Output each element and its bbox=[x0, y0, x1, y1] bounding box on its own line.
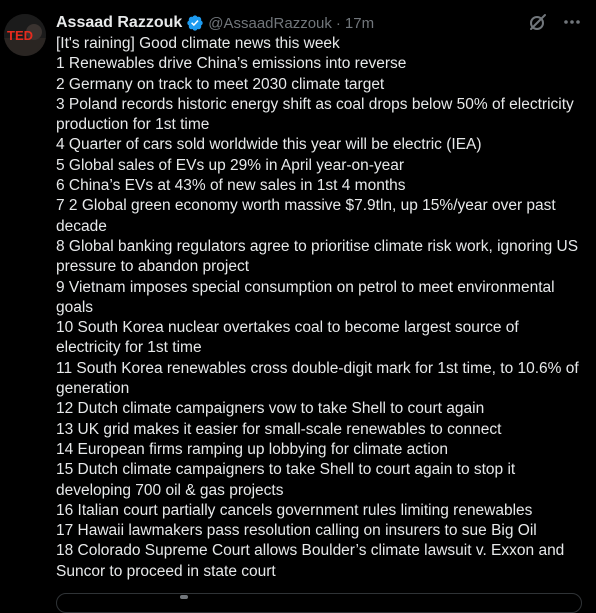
tweet-line-2: 2 Germany on track to meet 2030 climate … bbox=[56, 75, 385, 93]
tweet-line-intro: [It's raining] Good climate news this we… bbox=[56, 35, 340, 52]
tweet-header: Assaad Razzouk @AssaadRazzouk · 17m bbox=[56, 12, 374, 34]
tweet-line-18: 18 Colorado Supreme Court allows Boulder… bbox=[56, 542, 565, 580]
tweet-line-4: 4 Quarter of cars sold worldwide this ye… bbox=[56, 136, 482, 154]
grok-icon[interactable] bbox=[528, 12, 548, 32]
tweet-line-11: 11 South Korea renewables cross double-d… bbox=[56, 359, 579, 398]
more-icon[interactable] bbox=[562, 12, 582, 32]
tweet-line-8: 8 Global banking regulators agree to pri… bbox=[56, 237, 579, 276]
tweet: TED Assaad Razzouk @AssaadRazzouk · 17m bbox=[0, 0, 596, 613]
tweet-line-15: 15 Dutch climate campaigners to take She… bbox=[56, 461, 516, 499]
tweet-line-14: 14 European firms ramping up lobbying fo… bbox=[56, 440, 449, 458]
tweet-line-16: 16 Italian court partially cancels gover… bbox=[56, 501, 533, 519]
tweet-line-12: 12 Dutch climate campaigners vow to take… bbox=[56, 400, 485, 418]
verified-badge-icon bbox=[186, 14, 204, 32]
tweet-line-5: 5 Global sales of EVs up 29% in April ye… bbox=[56, 156, 405, 174]
avatar[interactable]: TED bbox=[4, 14, 46, 56]
tweet-line-3: 3 Poland records historic energy shift a… bbox=[56, 95, 574, 134]
tweet-line-13: 13 UK grid makes it easier for small-sca… bbox=[56, 420, 502, 438]
post-timestamp[interactable]: 17m bbox=[345, 15, 374, 32]
tweet-text: [It's raining] Good climate news this we… bbox=[56, 34, 586, 582]
header-separator: · bbox=[335, 14, 341, 32]
tweet-actions bbox=[528, 12, 582, 32]
tweet-line-10: 10 South Korea nuclear overtakes coal to… bbox=[56, 319, 519, 357]
avatar-image: TED bbox=[4, 14, 46, 56]
tweet-line-6: 6 China’s EVs at 43% of new sales in 1st… bbox=[56, 177, 406, 195]
author-display-name[interactable]: Assaad Razzouk bbox=[56, 14, 182, 32]
tweet-line-7: 7 2 Global green economy worth massive $… bbox=[56, 197, 556, 235]
avatar-logo-text: TED bbox=[7, 28, 33, 43]
tweet-line-9: 9 Vietnam imposes special consumption on… bbox=[56, 278, 555, 316]
media-card-mark bbox=[180, 595, 188, 599]
tweet-line-1: 1 Renewables drive China’s emissions int… bbox=[56, 55, 407, 73]
media-card-edge[interactable] bbox=[56, 593, 582, 613]
tweet-line-17: 17 Hawaii lawmakers pass resolution call… bbox=[56, 522, 537, 540]
author-handle[interactable]: @AssaadRazzouk bbox=[208, 15, 332, 32]
